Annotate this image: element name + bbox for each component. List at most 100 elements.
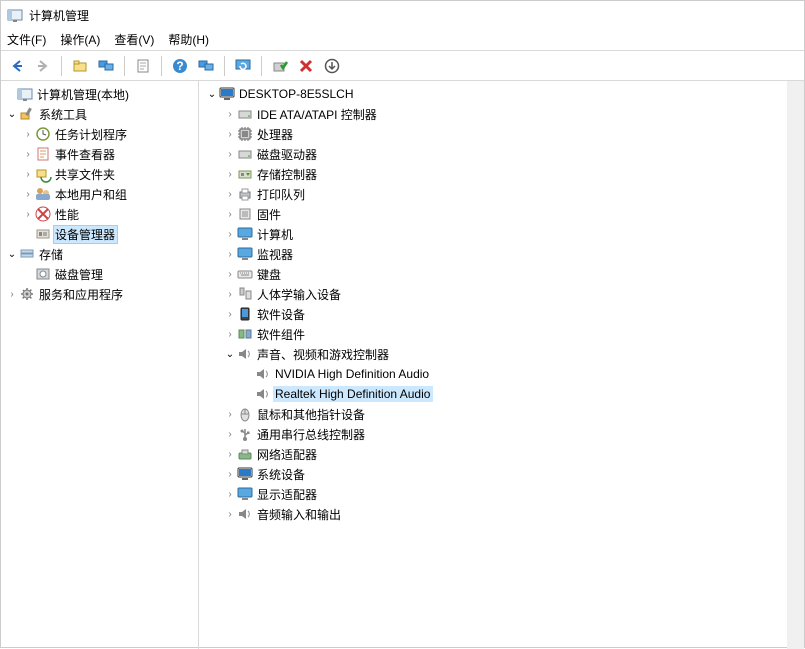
chevron-right-icon[interactable]: › — [223, 329, 237, 340]
cat-storage-ctrl[interactable]: ›存储控制器 — [199, 164, 804, 184]
properties-button[interactable] — [131, 54, 155, 78]
cat-sound[interactable]: ⌄声音、视频和游戏控制器 — [199, 344, 804, 364]
clock-icon — [35, 126, 51, 142]
disable-button[interactable] — [294, 54, 318, 78]
tree-shared-folders[interactable]: › 共享文件夹 — [1, 164, 198, 184]
chevron-right-icon[interactable]: › — [21, 149, 35, 160]
speaker-icon — [237, 506, 253, 522]
chevron-right-icon[interactable]: › — [223, 189, 237, 200]
label: Realtek High Definition Audio — [273, 386, 433, 402]
speaker-icon — [237, 346, 253, 362]
chevron-right-icon[interactable]: › — [223, 229, 237, 240]
tree-performance[interactable]: › 性能 — [1, 204, 198, 224]
chevron-right-icon[interactable]: › — [223, 309, 237, 320]
chevron-right-icon[interactable]: › — [223, 509, 237, 520]
chevron-down-icon[interactable]: ⌄ — [5, 249, 19, 260]
label: 设备管理器 — [53, 225, 118, 244]
cat-print-queue[interactable]: ›打印队列 — [199, 184, 804, 204]
users-icon — [35, 186, 51, 202]
menu-view[interactable]: 查看(V) — [114, 31, 154, 48]
tree-services-apps[interactable]: › 服务和应用程序 — [1, 284, 198, 304]
dev-nvidia-audio[interactable]: NVIDIA High Definition Audio — [199, 364, 804, 384]
chevron-right-icon[interactable]: › — [223, 489, 237, 500]
cat-keyboard[interactable]: › 键盘 — [199, 264, 804, 284]
label: 软件设备 — [255, 305, 308, 324]
chevron-right-icon[interactable]: › — [223, 289, 237, 300]
keyboard-icon — [237, 266, 253, 282]
left-tree: 计算机管理(本地) ⌄ 系统工具 › 任务计划程序 › 事件查看器 — [1, 84, 198, 304]
label: NVIDIA High Definition Audio — [273, 366, 432, 382]
chevron-right-icon[interactable]: › — [21, 169, 35, 180]
content: 计算机管理(本地) ⌄ 系统工具 › 任务计划程序 › 事件查看器 — [1, 81, 804, 649]
cat-disk-drives[interactable]: ›磁盘驱动器 — [199, 144, 804, 164]
cat-cpu[interactable]: ›处理器 — [199, 124, 804, 144]
cat-network[interactable]: ›网络适配器 — [199, 444, 804, 464]
chevron-right-icon[interactable]: › — [223, 269, 237, 280]
chevron-right-icon[interactable]: › — [223, 249, 237, 260]
tree-storage[interactable]: ⌄ 存储 — [1, 244, 198, 264]
cat-display[interactable]: ›显示适配器 — [199, 484, 804, 504]
layout-button[interactable] — [194, 54, 218, 78]
cat-software-comp[interactable]: ›软件组件 — [199, 324, 804, 344]
label: 键盘 — [255, 265, 284, 284]
chevron-right-icon[interactable]: › — [5, 289, 19, 300]
label: 本地用户和组 — [53, 185, 130, 204]
cat-monitor[interactable]: › 监视器 — [199, 244, 804, 264]
scan-button[interactable] — [231, 54, 255, 78]
chevron-down-icon[interactable]: ⌄ — [205, 89, 219, 100]
label: 磁盘管理 — [53, 265, 106, 284]
label: 监视器 — [255, 245, 296, 264]
help-button[interactable] — [168, 54, 192, 78]
chevron-right-icon[interactable]: › — [223, 149, 237, 160]
titlebar: 计算机管理 — [1, 1, 804, 29]
label: DESKTOP-8E5SLCH — [237, 86, 357, 102]
toolbar — [1, 51, 804, 81]
chevron-right-icon[interactable]: › — [223, 429, 237, 440]
perf-icon — [35, 206, 51, 222]
menu-help[interactable]: 帮助(H) — [168, 31, 209, 48]
tree-root-local[interactable]: 计算机管理(本地) — [1, 84, 198, 104]
chevron-down-icon[interactable]: ⌄ — [223, 349, 237, 360]
chevron-right-icon[interactable]: › — [21, 209, 35, 220]
chevron-right-icon[interactable]: › — [223, 209, 237, 220]
chevron-right-icon[interactable]: › — [21, 189, 35, 200]
scrollbar[interactable] — [787, 81, 804, 649]
tree-device-manager[interactable]: 设备管理器 — [1, 224, 198, 244]
chevron-right-icon[interactable]: › — [223, 169, 237, 180]
chevron-right-icon[interactable]: › — [223, 129, 237, 140]
chevron-right-icon[interactable]: › — [223, 109, 237, 120]
cat-usb[interactable]: ›通用串行总线控制器 — [199, 424, 804, 444]
tree-event-viewer[interactable]: › 事件查看器 — [1, 144, 198, 164]
back-button[interactable] — [5, 54, 29, 78]
up-button[interactable] — [68, 54, 92, 78]
update-driver-button[interactable] — [320, 54, 344, 78]
separator — [124, 56, 125, 76]
left-panel: 计算机管理(本地) ⌄ 系统工具 › 任务计划程序 › 事件查看器 — [1, 81, 199, 649]
tree-task-scheduler[interactable]: › 任务计划程序 — [1, 124, 198, 144]
menu-file[interactable]: 文件(F) — [7, 31, 46, 48]
cat-audio-io[interactable]: ›音频输入和输出 — [199, 504, 804, 524]
show-hide-button[interactable] — [94, 54, 118, 78]
cat-firmware[interactable]: ›固件 — [199, 204, 804, 224]
cat-ide[interactable]: ›IDE ATA/ATAPI 控制器 — [199, 104, 804, 124]
tree-local-users[interactable]: › 本地用户和组 — [1, 184, 198, 204]
menu-action[interactable]: 操作(A) — [60, 31, 100, 48]
chevron-right-icon[interactable]: › — [223, 469, 237, 480]
cat-system-dev[interactable]: ›系统设备 — [199, 464, 804, 484]
enable-button[interactable] — [268, 54, 292, 78]
chevron-right-icon[interactable]: › — [223, 449, 237, 460]
separator — [224, 56, 225, 76]
chevron-down-icon[interactable]: ⌄ — [5, 109, 19, 120]
device-root[interactable]: ⌄ DESKTOP-8E5SLCH — [199, 84, 804, 104]
cat-mouse[interactable]: ›鼠标和其他指针设备 — [199, 404, 804, 424]
chevron-right-icon[interactable]: › — [223, 409, 237, 420]
chevron-right-icon[interactable]: › — [21, 129, 35, 140]
cat-computer[interactable]: ›计算机 — [199, 224, 804, 244]
forward-button[interactable] — [31, 54, 55, 78]
cat-hid[interactable]: ›人体学输入设备 — [199, 284, 804, 304]
tree-system-tools[interactable]: ⌄ 系统工具 — [1, 104, 198, 124]
cat-software-dev[interactable]: › 软件设备 — [199, 304, 804, 324]
ide-icon — [237, 106, 253, 122]
dev-realtek-audio[interactable]: Realtek High Definition Audio — [199, 384, 804, 404]
tree-disk-mgmt[interactable]: 磁盘管理 — [1, 264, 198, 284]
